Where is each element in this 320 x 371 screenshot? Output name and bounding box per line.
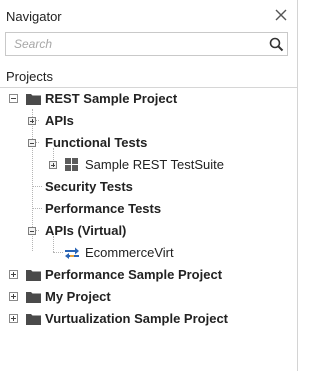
close-icon[interactable] <box>274 8 288 22</box>
tree-item-label: Vurtualization Sample Project <box>45 311 229 326</box>
folder-icon <box>26 94 41 105</box>
search-icon[interactable] <box>269 37 284 52</box>
tree-item-label: Security Tests <box>45 179 133 194</box>
test-suite-icon <box>65 158 78 171</box>
search-input[interactable] <box>6 33 264 55</box>
tree-item-label: Performance Sample Project <box>45 267 223 282</box>
tree-item-label: Sample REST TestSuite <box>85 157 224 172</box>
collapse-toggle[interactable] <box>28 227 36 235</box>
navigator-panel: Navigator Projects REST Sample Proje <box>0 0 298 371</box>
tree-item-sample-rest-testsuite[interactable]: Sample REST TestSuite <box>0 154 297 176</box>
collapse-toggle[interactable] <box>9 94 18 103</box>
tree-item-label: My Project <box>45 289 111 304</box>
tree-item-performance-tests[interactable]: Performance Tests <box>0 198 297 220</box>
panel-title: Navigator <box>6 9 62 24</box>
expand-toggle[interactable] <box>9 270 18 279</box>
projects-label: Projects <box>6 69 53 84</box>
tree-item-vurtualization-sample-project[interactable]: Vurtualization Sample Project <box>0 308 297 330</box>
virt-service-icon <box>65 247 79 259</box>
folder-icon <box>26 314 41 325</box>
tree-item-label: APIs (Virtual) <box>45 223 127 238</box>
tree-item-apis-virtual[interactable]: APIs (Virtual) <box>0 220 297 242</box>
search-box <box>5 32 288 56</box>
tree-item-security-tests[interactable]: Security Tests <box>0 176 297 198</box>
panel-header: Navigator <box>0 0 297 31</box>
tree-item-ecommercevirt[interactable]: EcommerceVirt <box>0 242 297 264</box>
tree-item-label: Functional Tests <box>45 135 148 150</box>
tree-item-rest-sample-project[interactable]: REST Sample Project <box>0 88 297 110</box>
tree-item-label: REST Sample Project <box>45 91 178 106</box>
tree-item-label: EcommerceVirt <box>85 245 174 260</box>
tree-item-performance-sample-project[interactable]: Performance Sample Project <box>0 264 297 286</box>
tree-item-apis[interactable]: APIs <box>0 110 297 132</box>
folder-icon <box>26 270 41 281</box>
tree-item-functional-tests[interactable]: Functional Tests <box>0 132 297 154</box>
tree-item-label: Performance Tests <box>45 201 162 216</box>
expand-toggle[interactable] <box>9 292 18 301</box>
tree-item-label: APIs <box>45 113 74 128</box>
tree-item-my-project[interactable]: My Project <box>0 286 297 308</box>
expand-toggle[interactable] <box>28 117 36 125</box>
folder-icon <box>26 292 41 303</box>
expand-toggle[interactable] <box>9 314 18 323</box>
collapse-toggle[interactable] <box>28 139 36 147</box>
expand-toggle[interactable] <box>49 161 57 169</box>
